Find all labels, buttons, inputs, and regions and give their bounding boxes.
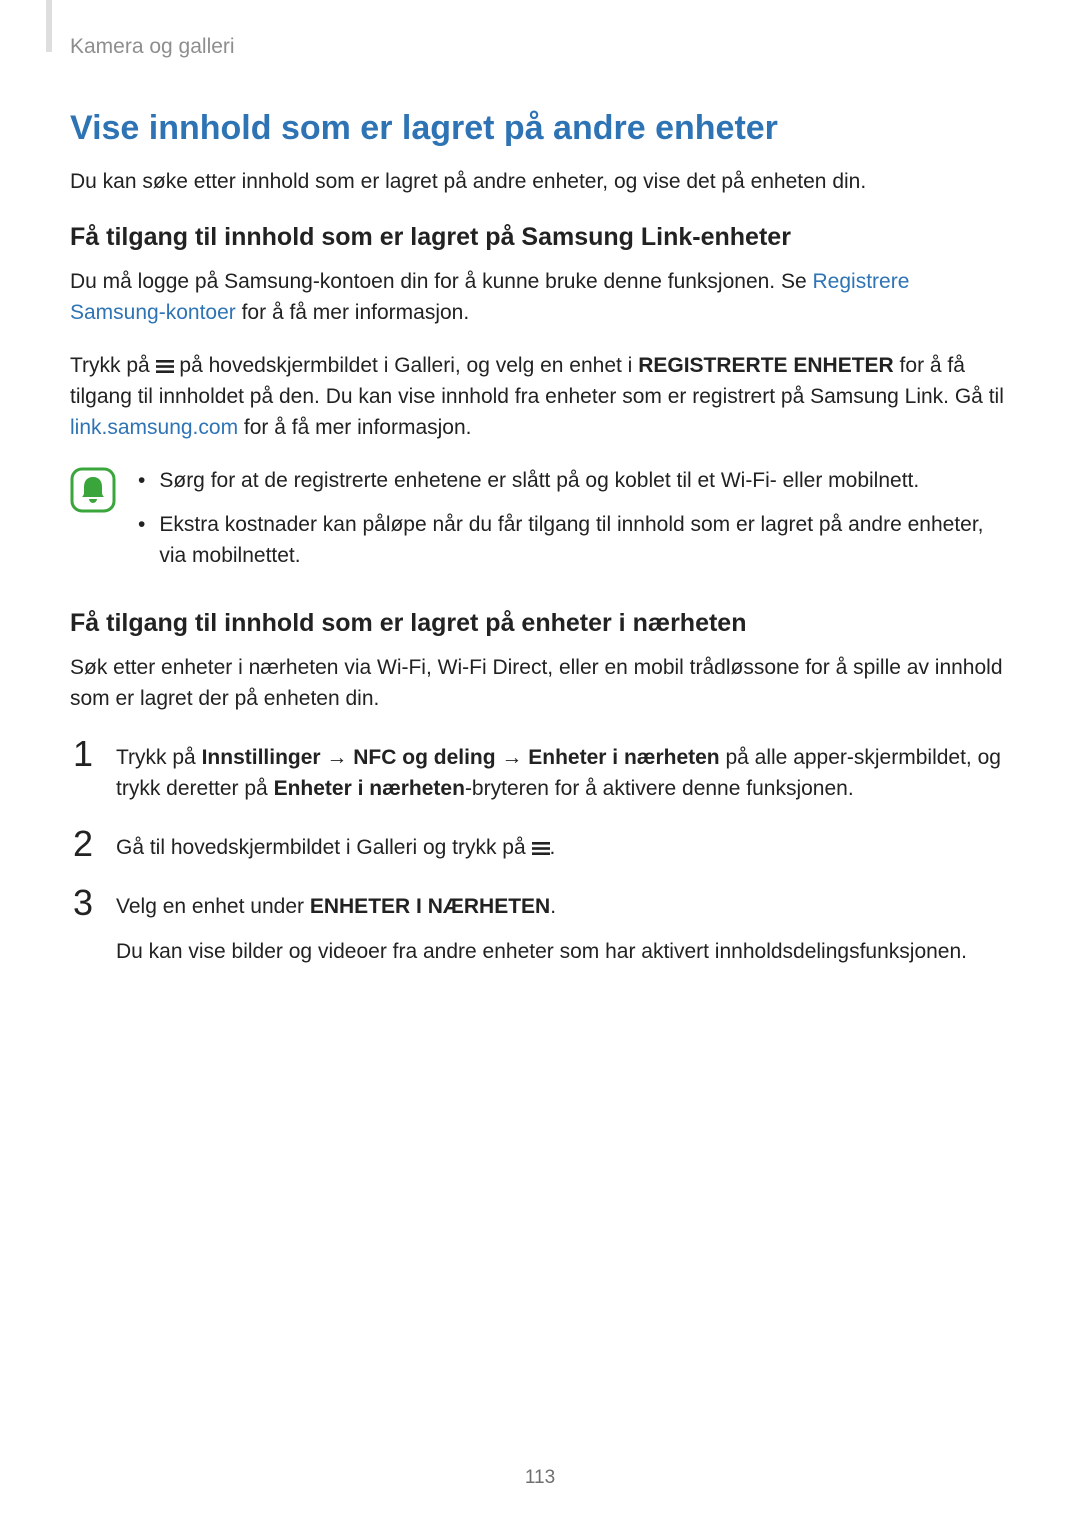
text: Gå til hovedskjermbildet i Galleri og tr… (116, 836, 532, 859)
step-number: 2 (70, 826, 96, 863)
sec1-p2: Trykk på på hovedskjermbildet i Galleri,… (70, 350, 1010, 443)
note-block: • Sørg for at de registrerte enhetene er… (70, 465, 1010, 582)
step-sub-paragraph: Du kan vise bilder og videoer fra andre … (116, 936, 1010, 967)
text: -bryteren for å aktivere denne funksjone… (465, 777, 854, 800)
bullet-text: Ekstra kostnader kan påløpe når du får t… (159, 509, 1010, 571)
page-tab-marker (46, 0, 52, 52)
text: . (550, 836, 556, 859)
running-header: Kamera og galleri (70, 35, 1010, 59)
sec1-p1: Du må logge på Samsung-kontoen din for å… (70, 266, 1010, 328)
page-number: 113 (0, 1467, 1080, 1489)
main-heading: Vise innhold som er lagret på andre enhe… (70, 109, 1010, 148)
list-item: • Ekstra kostnader kan påløpe når du får… (138, 509, 1010, 571)
step-number: 1 (70, 736, 96, 804)
section-heading-samsung-link: Få tilgang til innhold som er lagret på … (70, 223, 1010, 252)
text-bold: Enheter i nærheten (528, 746, 719, 769)
text: → (321, 746, 354, 769)
text-bold: Enheter i nærheten (274, 777, 465, 800)
step-body: Trykk på Innstillinger → NFC og deling →… (116, 736, 1010, 804)
step-body: Velg en enhet under ENHETER I NÆRHETEN. … (116, 885, 1010, 967)
text-bold: NFC og deling (353, 746, 495, 769)
menu-icon (532, 836, 550, 859)
bell-icon (70, 467, 116, 582)
list-item: 2 Gå til hovedskjermbildet i Galleri og … (70, 826, 1010, 863)
bullet-text: Sørg for at de registrerte enhetene er s… (159, 465, 919, 496)
note-list: • Sørg for at de registrerte enhetene er… (138, 465, 1010, 582)
text: på hovedskjermbildet i Galleri, og velg … (174, 354, 639, 377)
text: Trykk på (70, 354, 156, 377)
text: for å få mer informasjon. (236, 301, 469, 324)
list-item: 1 Trykk på Innstillinger → NFC og deling… (70, 736, 1010, 804)
text: . (550, 895, 556, 918)
list-item: • Sørg for at de registrerte enhetene er… (138, 465, 1010, 496)
numbered-list: 1 Trykk på Innstillinger → NFC og deling… (70, 736, 1010, 967)
link-samsung-com[interactable]: link.samsung.com (70, 416, 238, 439)
step-body: Gå til hovedskjermbildet i Galleri og tr… (116, 826, 1010, 863)
section-heading-nearby-devices: Få tilgang til innhold som er lagret på … (70, 609, 1010, 638)
sec2-intro: Søk etter enheter i nærheten via Wi-Fi, … (70, 652, 1010, 714)
step-number: 3 (70, 885, 96, 967)
text-bold: Innstillinger (202, 746, 321, 769)
text: Du må logge på Samsung-kontoen din for å… (70, 270, 813, 293)
bullet-dot: • (138, 465, 145, 496)
text: → (496, 746, 529, 769)
document-page: Kamera og galleri Vise innhold som er la… (0, 0, 1080, 1527)
intro-paragraph: Du kan søke etter innhold som er lagret … (70, 166, 1010, 197)
list-item: 3 Velg en enhet under ENHETER I NÆRHETEN… (70, 885, 1010, 967)
text: Trykk på (116, 746, 202, 769)
text-bold: ENHETER I NÆRHETEN (310, 895, 550, 918)
text: for å få mer informasjon. (238, 416, 471, 439)
menu-icon (156, 354, 174, 377)
text: Velg en enhet under (116, 895, 310, 918)
bullet-dot: • (138, 509, 145, 571)
text-bold: REGISTRERTE ENHETER (638, 354, 894, 377)
